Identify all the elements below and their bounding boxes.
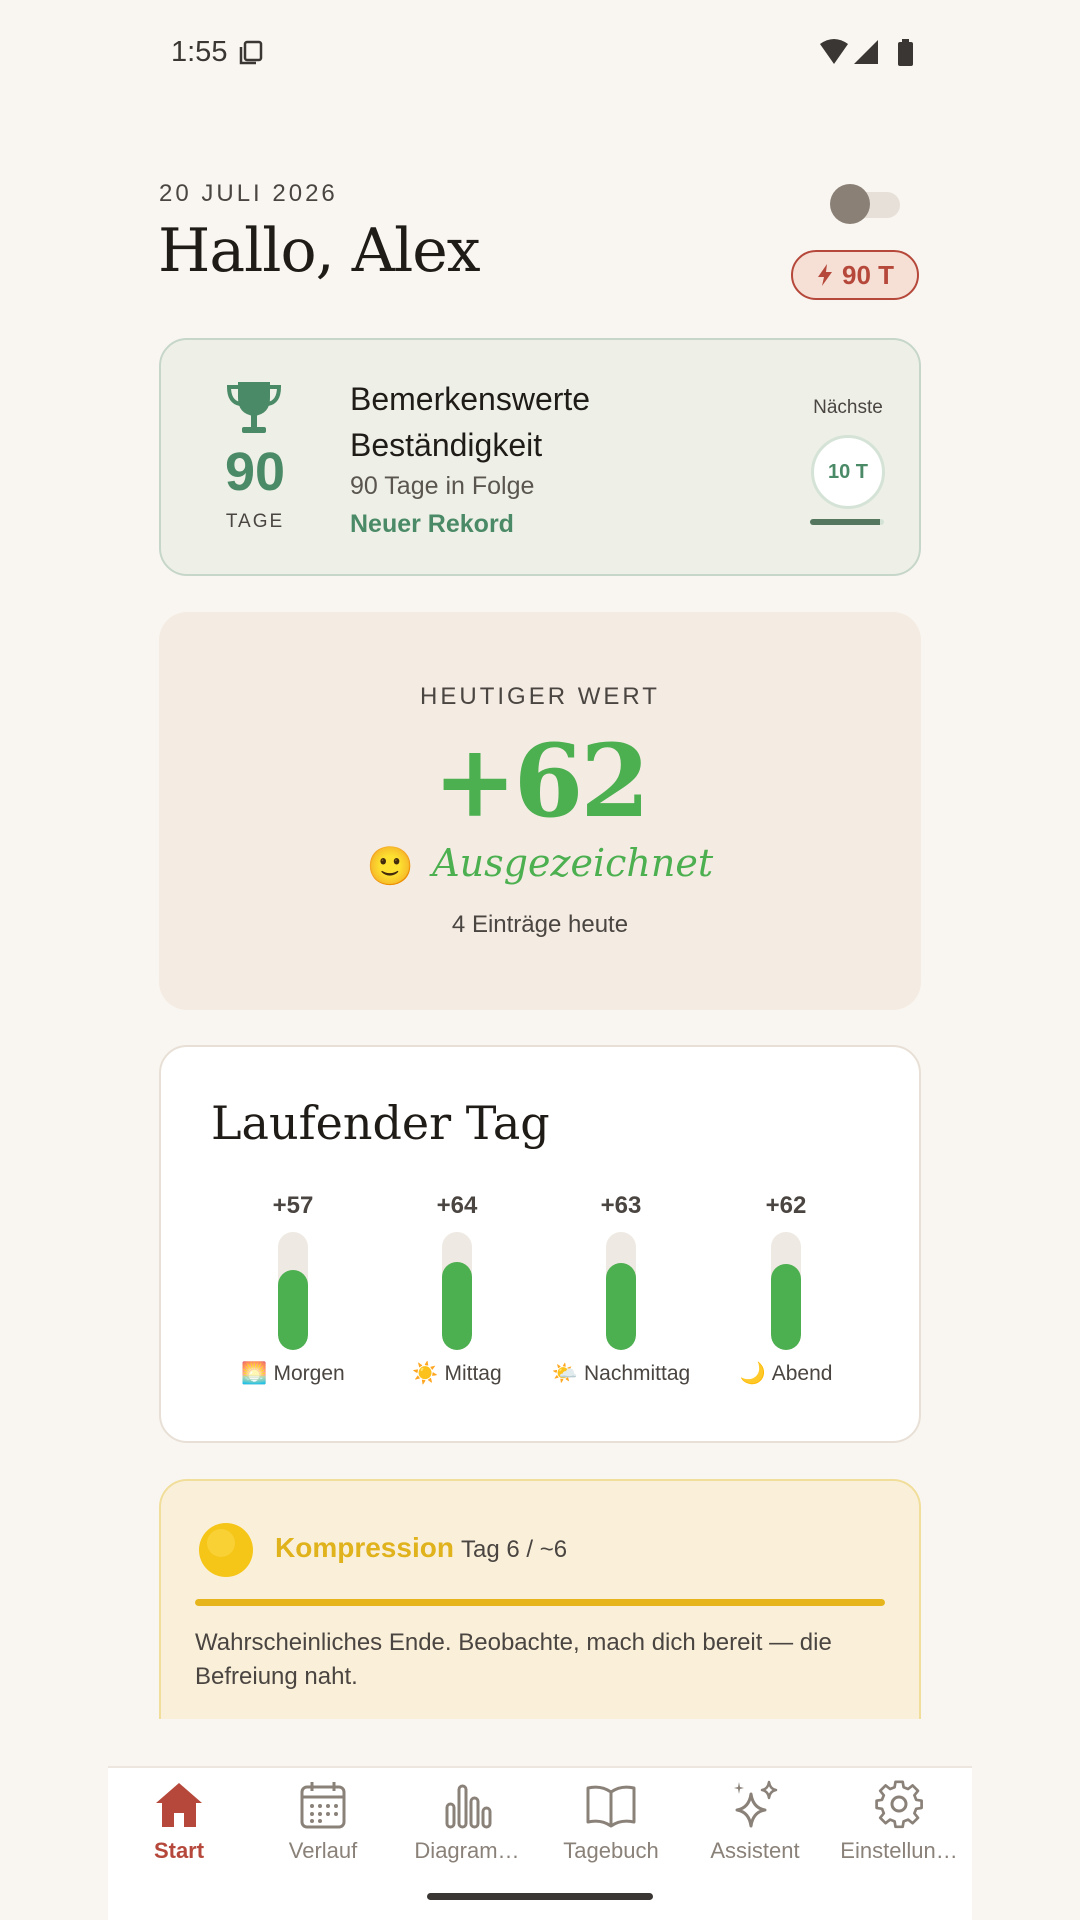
- nav-item-tagebuch[interactable]: Tagebuch: [539, 1780, 683, 1870]
- period-bar-fill: [606, 1263, 636, 1350]
- period-emoji: ☀️: [412, 1362, 439, 1385]
- mood-text: Ausgezeichnet: [432, 841, 714, 885]
- nav-item-start[interactable]: Start: [107, 1780, 251, 1870]
- next-milestone-ring: 10 T: [811, 435, 885, 509]
- today-label: HEUTIGER WERT: [420, 683, 660, 710]
- streak-days-value: 90: [224, 442, 286, 502]
- home-icon: [156, 1783, 202, 1827]
- theme-toggle[interactable]: [830, 184, 900, 224]
- period-label: 🌤️ Nachmittag: [531, 1362, 711, 1386]
- period-value: +62: [765, 1192, 807, 1219]
- period-bar-fill: [278, 1270, 308, 1350]
- greeting-title: Hallo, Alex: [158, 216, 481, 286]
- next-milestone-progress: [810, 519, 884, 525]
- calendar-icon: [300, 1782, 346, 1829]
- period-name: Nachmittag: [583, 1362, 691, 1385]
- period-bar-track: [606, 1232, 636, 1350]
- period-label: ☀️ Mittag: [367, 1362, 547, 1386]
- mood-emoji: 🙂: [366, 844, 415, 888]
- period-bar-track: [771, 1232, 801, 1350]
- period-label: 🌙 Abend: [696, 1362, 876, 1386]
- toggle-thumb: [830, 184, 870, 224]
- period-bar-fill: [771, 1264, 801, 1350]
- wifi-icon: [820, 39, 848, 64]
- compression-progress: [195, 1599, 885, 1606]
- today-mood: 🙂 Ausgezeichnet: [159, 841, 921, 889]
- streak-days-label: TAGE: [225, 511, 285, 532]
- streak-badge[interactable]: 90 T: [791, 250, 919, 300]
- trophy-icon: [224, 380, 284, 436]
- today-score-value: +62: [433, 722, 650, 840]
- yellow-circle-icon: [197, 1521, 255, 1579]
- compression-description: Wahrscheinliches Ende. Beobachte, mach d…: [195, 1629, 832, 1690]
- sparkles-icon: [734, 1780, 778, 1828]
- status-time: 1:55: [171, 36, 228, 68]
- next-milestone-label: Nächste: [813, 397, 883, 418]
- period-label: 🌅 Morgen: [203, 1362, 383, 1386]
- today-entries-count: 4 Einträge heute: [451, 911, 629, 938]
- new-record-label: Neuer Rekord: [350, 510, 514, 538]
- nav-label: Diagram…: [414, 1838, 520, 1863]
- next-milestone-value: 10 T: [827, 460, 869, 483]
- nav-label: Start: [153, 1838, 205, 1863]
- period-bar-fill: [442, 1262, 472, 1350]
- period-value: +63: [600, 1192, 642, 1219]
- nav-label: Tagebuch: [563, 1838, 659, 1863]
- signal-icon: [854, 40, 878, 64]
- period-emoji: 🌤️: [551, 1362, 578, 1385]
- running-day-title: Laufender Tag: [211, 1096, 550, 1150]
- nav-label: Assistent: [710, 1838, 800, 1863]
- compression-day: Tag 6 / ~6: [461, 1536, 568, 1563]
- nav-item-diagramme[interactable]: Diagram…: [395, 1780, 539, 1870]
- compression-progress-fill: [195, 1599, 885, 1606]
- period-emoji: 🌙: [739, 1362, 766, 1385]
- screenshot-notification-icon: [239, 40, 263, 66]
- nav-item-verlauf[interactable]: Verlauf: [251, 1780, 395, 1870]
- next-milestone-progress-fill: [810, 519, 881, 525]
- bar-chart-icon: [445, 1784, 492, 1829]
- period-name: Abend: [771, 1362, 833, 1385]
- period-bar-track: [278, 1232, 308, 1350]
- nav-label: Einstellun…: [840, 1838, 958, 1863]
- period-name: Morgen: [273, 1362, 345, 1385]
- achievement-title: Bemerkenswerte Beständigkeit: [350, 381, 591, 463]
- period-emoji: 🌅: [241, 1362, 268, 1385]
- system-status-icons: [818, 38, 918, 70]
- period-value: +64: [436, 1192, 478, 1219]
- battery-icon: [898, 39, 913, 66]
- book-icon: [586, 1785, 636, 1828]
- period-bar-track: [442, 1232, 472, 1350]
- compression-title: Kompression: [275, 1532, 454, 1563]
- period-value: +57: [272, 1192, 314, 1219]
- streak-badge-label: 90 T: [841, 259, 895, 290]
- period-name: Mittag: [444, 1362, 502, 1385]
- achievement-subtitle: 90 Tage in Folge: [350, 472, 535, 500]
- current-date: 20 JULI 2026: [159, 180, 338, 207]
- nav-label: Verlauf: [288, 1838, 358, 1863]
- lightning-icon: [817, 264, 832, 286]
- nav-item-assistent[interactable]: Assistent: [683, 1780, 827, 1870]
- gear-icon: [875, 1780, 923, 1829]
- nav-item-einstellungen[interactable]: Einstellun…: [827, 1780, 971, 1870]
- gesture-home-indicator[interactable]: [427, 1893, 653, 1900]
